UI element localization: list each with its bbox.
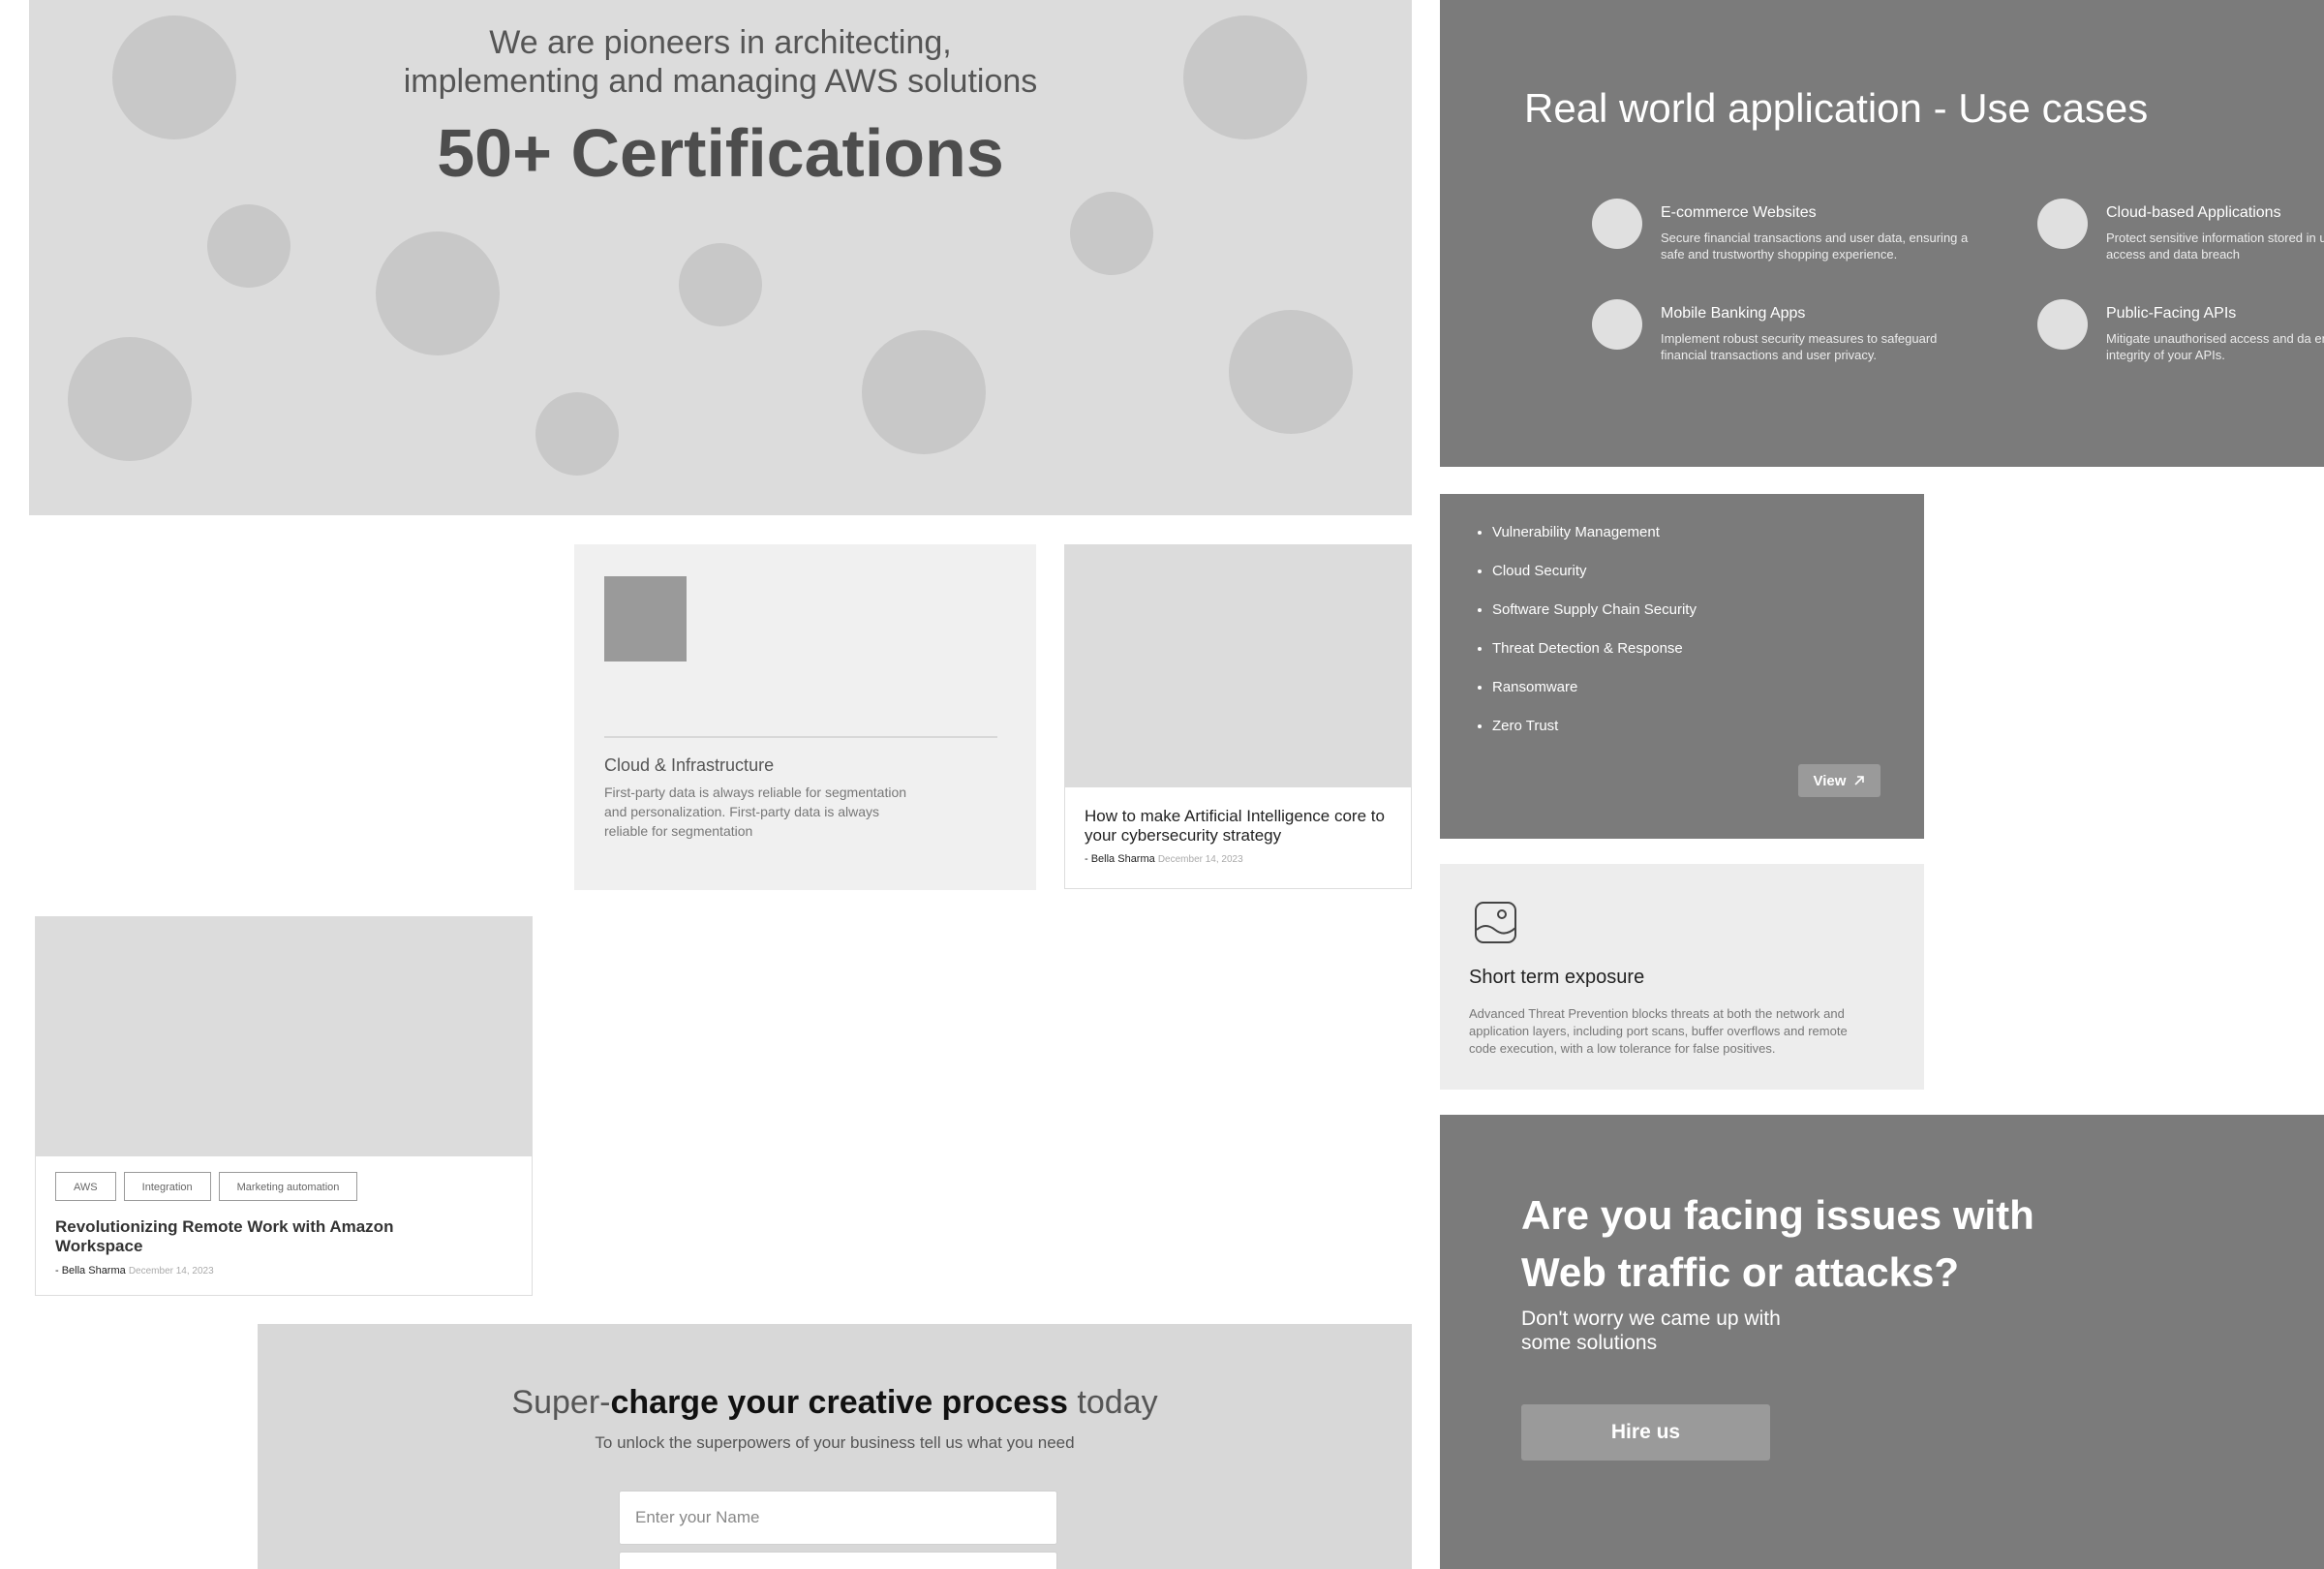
- topic-item[interactable]: Ransomware: [1492, 678, 1715, 696]
- use-case-icon: [2037, 199, 2088, 249]
- use-case-icon: [1592, 199, 1642, 249]
- form-title-bold: charge your creative process: [610, 1384, 1068, 1421]
- feature-card: Short term exposure Advanced Threat Prev…: [1440, 864, 1924, 1090]
- use-cases-section: Real world application - Use cases E-com…: [1440, 0, 2324, 467]
- topic-item[interactable]: Threat Detection & Response: [1492, 639, 1715, 658]
- tag-integration[interactable]: Integration: [123, 1172, 211, 1201]
- decorative-circle: [1229, 310, 1353, 434]
- cta-subtitle: Don't worry we came up with some solutio…: [1521, 1308, 1781, 1354]
- decorative-circle: [1070, 192, 1153, 275]
- cta-title: Are you facing issues with Web traffic o…: [1521, 1192, 2034, 1295]
- post-date: December 14, 2023: [1157, 854, 1243, 865]
- use-cases-title: Real world application - Use cases: [1524, 85, 2149, 131]
- topic-item[interactable]: Software Supply Chain Security: [1492, 600, 1715, 619]
- contact-form-section: Super-charge your creative process today…: [258, 1324, 1412, 1569]
- use-case-desc: Implement robust security measures to sa…: [1661, 331, 1938, 362]
- hero-tagline-line: We are pioneers in architecting,: [489, 24, 952, 61]
- image-placeholder-icon: [1475, 902, 1516, 943]
- view-button-label: View: [1813, 772, 1847, 789]
- arrow-up-right-icon: [1854, 776, 1865, 785]
- service-card-title: Cloud & Infrastructure: [604, 755, 775, 775]
- topic-item[interactable]: Vulnerability Management: [1492, 523, 1715, 541]
- form-title-prefix: Super-: [511, 1384, 611, 1421]
- use-case-title: Cloud-based Applications: [2106, 204, 2281, 221]
- second-input[interactable]: [619, 1552, 1057, 1569]
- service-card-desc: First-party data is always reliable for …: [604, 784, 907, 839]
- use-case-desc: Mitigate unauthorised access and da ensu…: [2106, 331, 2324, 362]
- blog-card[interactable]: AWS Integration Marketing automation Rev…: [35, 916, 533, 1296]
- service-card-thumbnail: [604, 576, 687, 661]
- blog-card[interactable]: How to make Artificial Intelligence core…: [1064, 544, 1412, 889]
- hero-section: We are pioneers in architecting, impleme…: [29, 0, 1412, 515]
- view-button[interactable]: View: [1798, 764, 1881, 797]
- use-case-icon: [2037, 299, 2088, 350]
- post-date: December 14, 2023: [128, 1266, 214, 1277]
- cta-section: Are you facing issues with Web traffic o…: [1440, 1115, 2324, 1569]
- form-subtitle: To unlock the superpowers of your busine…: [595, 1433, 1075, 1452]
- form-title: Super-charge your creative process today: [258, 1384, 1412, 1422]
- decorative-circle: [679, 243, 762, 326]
- hero-tagline-line: implementing and managing AWS solutions: [403, 63, 1038, 100]
- blog-card-title[interactable]: How to make Artificial Intelligence core…: [1085, 807, 1394, 846]
- hero-tagline: We are pioneers in architecting, impleme…: [29, 23, 1412, 101]
- use-case-title: Mobile Banking Apps: [1661, 305, 1806, 322]
- feature-card-title: Short term exposure: [1469, 967, 1645, 988]
- use-case-desc: Secure financial transactions and user d…: [1661, 231, 1969, 262]
- author-name: - Bella Sharma: [55, 1265, 126, 1277]
- name-input[interactable]: [619, 1491, 1057, 1545]
- blog-card-image: [36, 917, 532, 1156]
- blog-card-title[interactable]: Revolutionizing Remote Work with Amazon …: [55, 1217, 423, 1256]
- tag-marketing-automation[interactable]: Marketing automation: [218, 1172, 358, 1201]
- tag-aws[interactable]: AWS: [55, 1172, 116, 1201]
- blog-card-byline: - Bella Sharma December 14, 2023: [1085, 853, 1243, 865]
- blog-card-image: [1065, 545, 1411, 787]
- use-case-title: E-commerce Websites: [1661, 204, 1817, 221]
- decorative-circle: [862, 330, 986, 454]
- decorative-circle: [207, 204, 290, 288]
- use-case-icon: [1592, 299, 1642, 350]
- topic-item[interactable]: Zero Trust: [1492, 717, 1715, 735]
- feature-card-desc: Advanced Threat Prevention blocks threat…: [1469, 1006, 1848, 1056]
- topics-list: Vulnerability Management Cloud Security …: [1473, 523, 1715, 755]
- decorative-circle: [68, 337, 192, 461]
- decorative-circle: [535, 392, 619, 476]
- tag-list: AWS Integration Marketing automation: [55, 1172, 358, 1201]
- decorative-circle: [376, 231, 500, 355]
- use-case-desc: Protect sensitive information stored in …: [2106, 231, 2324, 262]
- topic-item[interactable]: Cloud Security: [1492, 562, 1715, 580]
- topics-panel: Vulnerability Management Cloud Security …: [1440, 494, 1924, 839]
- use-case-title: Public-Facing APIs: [2106, 305, 2237, 322]
- blog-card-byline: - Bella Sharma December 14, 2023: [55, 1265, 214, 1277]
- divider: [604, 736, 997, 738]
- hero-headline: 50+ Certifications: [437, 115, 1004, 191]
- form-title-suffix: today: [1067, 1384, 1158, 1421]
- service-card[interactable]: Cloud & Infrastructure First-party data …: [574, 544, 1036, 890]
- author-name: - Bella Sharma: [1085, 853, 1155, 865]
- hire-us-button[interactable]: Hire us: [1521, 1404, 1770, 1461]
